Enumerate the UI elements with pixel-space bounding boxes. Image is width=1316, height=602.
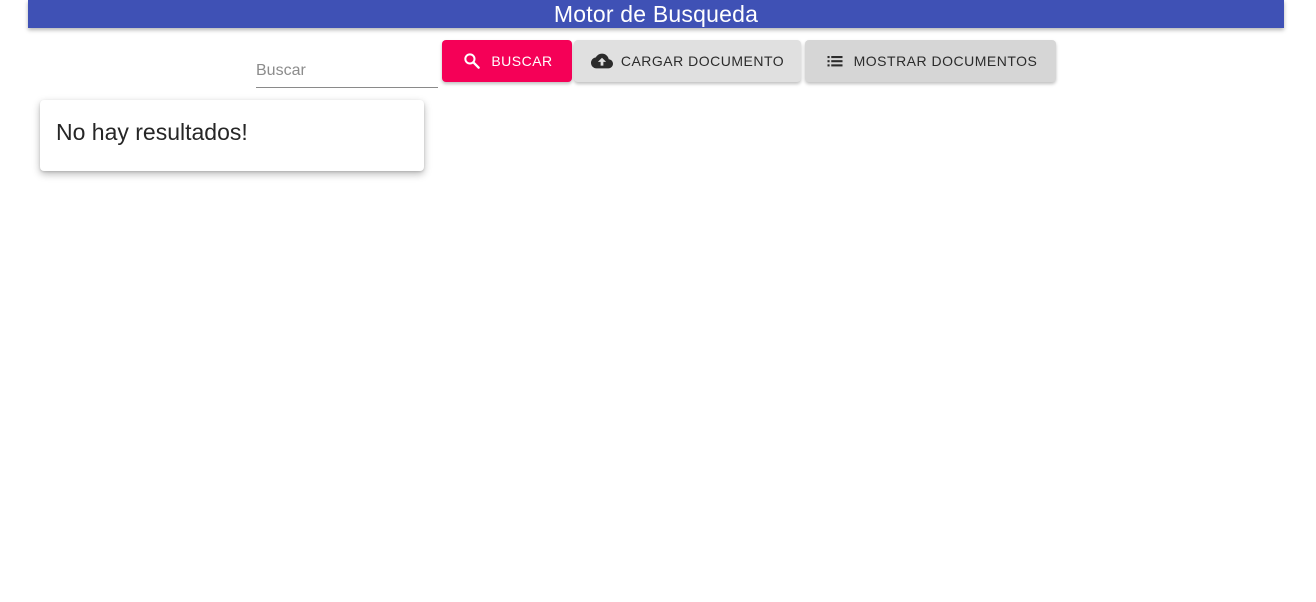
list-icon <box>824 50 846 72</box>
search-field[interactable] <box>256 56 438 88</box>
upload-document-label: CARGAR DOCUMENTO <box>620 53 785 69</box>
no-results-message: No hay resultados! <box>56 119 248 145</box>
upload-document-button[interactable]: CARGAR DOCUMENTO <box>574 40 801 82</box>
results-card: No hay resultados! <box>40 100 424 171</box>
search-icon <box>461 50 483 72</box>
search-input[interactable] <box>256 56 438 86</box>
show-documents-button[interactable]: MOSTRAR DOCUMENTOS <box>805 40 1056 82</box>
show-documents-label: MOSTRAR DOCUMENTOS <box>853 53 1038 69</box>
search-button[interactable]: BUSCAR <box>442 40 572 82</box>
cloud-upload-icon <box>590 50 613 72</box>
app-bar: Motor de Busqueda <box>28 0 1284 28</box>
search-button-label: BUSCAR <box>491 53 553 69</box>
app-title: Motor de Busqueda <box>553 1 759 27</box>
